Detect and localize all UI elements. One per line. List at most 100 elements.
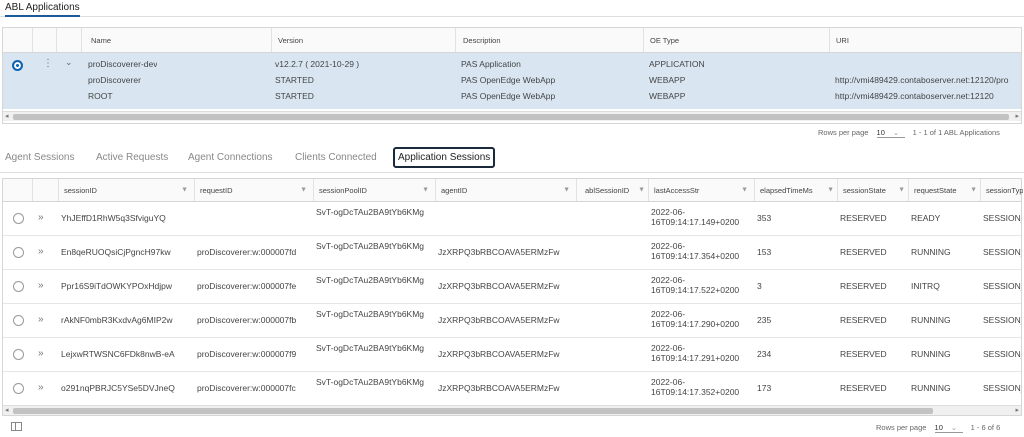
session-state-cell: RESERVED — [840, 383, 887, 393]
scroll-left-icon[interactable]: ◂ — [5, 112, 9, 120]
app-description: PAS Application — [461, 59, 521, 69]
sessions-grid-horizontal-scrollbar[interactable]: ◂ ▸ — [3, 405, 1021, 415]
scroll-right-icon[interactable]: ▸ — [1015, 406, 1019, 414]
filter-icon[interactable]: ▼ — [898, 187, 905, 194]
filter-icon[interactable]: ▼ — [563, 187, 570, 194]
request-state-cell: RUNNING — [911, 247, 951, 257]
tab-clients-connected[interactable]: Clients Connected — [295, 152, 377, 163]
table-row[interactable]: » LejxwRTWSNC6FDk8nwB-eA proDiscoverer:w:0… — [3, 338, 1021, 372]
rows-per-page-select[interactable]: 10 ⌄ — [876, 128, 905, 138]
table-row[interactable]: » o291nqPBRJC5YSe5DVJneQ proDiscoverer:w:0… — [3, 372, 1021, 406]
table-row[interactable]: » Ppr16S9iTdOWKYPOxHdjpw proDiscoverer:w:0… — [3, 270, 1021, 304]
col-header-session-type[interactable]: sessionTyp — [980, 179, 1023, 201]
col-header-description[interactable]: Description — [455, 28, 643, 52]
col-header-agent-id[interactable]: agentID ▼ — [435, 179, 576, 201]
col-header-uri[interactable]: URI — [829, 28, 1023, 52]
filter-icon[interactable]: ▼ — [300, 187, 307, 194]
col-header-version[interactable]: Version — [271, 28, 455, 52]
session-type-cell: SESSION_ — [983, 315, 1021, 325]
top-nav: ABL Applications — [0, 0, 1024, 17]
application-sessions-grid: sessionID ▼ requestID ▼ sessionPoolID ▼ age… — [2, 178, 1023, 416]
expand-icon[interactable]: » — [38, 314, 44, 325]
tab-abl-applications[interactable]: ABL Applications — [5, 2, 80, 17]
chevron-down-icon[interactable]: ⌄ — [65, 57, 73, 68]
col-header-session-id[interactable]: sessionID ▼ — [58, 179, 194, 201]
tab-agent-sessions[interactable]: Agent Sessions — [5, 152, 75, 163]
filter-icon[interactable]: ▼ — [638, 187, 645, 194]
radio-icon[interactable] — [13, 247, 24, 258]
request-state-cell: INITRQ — [911, 281, 940, 291]
session-pool-id-cell: SvT-ogDcTAu2BA9tYb6KMg — [316, 377, 425, 387]
col-header-oe-type[interactable]: OE Type — [643, 28, 829, 52]
scrollbar-thumb[interactable] — [13, 408, 933, 414]
filter-icon[interactable]: ▼ — [827, 187, 834, 194]
radio-icon[interactable] — [13, 281, 24, 292]
expand-icon[interactable]: » — [38, 280, 44, 291]
col-header-last-access[interactable]: lastAccessStr ▼ — [648, 179, 754, 201]
table-row[interactable]: » En8qeRUOQsiCjPgncH97kw proDiscoverer:w:0… — [3, 236, 1021, 270]
session-pool-id-cell: SvT-ogDcTAu2BA9tYb6KMg — [316, 343, 425, 353]
tab-application-sessions[interactable]: Application Sessions — [393, 147, 496, 168]
filter-icon[interactable]: ▼ — [422, 187, 429, 194]
webapp-oe-type: WEBAPP — [649, 91, 686, 101]
table-row[interactable]: » YhJEffD1RhW5q3SfviguYQ SvT-ogDcTAu2BA9tY… — [3, 202, 1021, 236]
tab-agent-connections[interactable]: Agent Connections — [188, 152, 273, 163]
pager-range: 1 - 6 of 6 — [970, 423, 1001, 432]
expand-icon[interactable]: » — [38, 246, 44, 257]
session-type-cell: SESSION_ — [983, 213, 1021, 223]
radio-icon[interactable] — [13, 315, 24, 326]
webapp-uri[interactable]: http://vmi489429.contaboserver.net:12120… — [835, 75, 1023, 85]
filter-icon[interactable]: ▼ — [181, 187, 188, 194]
last-access-cell: 2022-06-16T09:14:17.291+0200 — [651, 343, 740, 363]
col-header-label: requestState — [914, 185, 957, 195]
elapsed-time-cell: 234 — [757, 349, 772, 359]
radio-icon[interactable] — [13, 349, 24, 360]
app-oe-type: APPLICATION — [649, 59, 705, 69]
col-header-abl-session-id[interactable]: ablSessionID ▼ — [576, 179, 648, 201]
session-state-cell: RESERVED — [840, 213, 887, 223]
filter-icon[interactable]: ▼ — [970, 187, 977, 194]
expand-icon[interactable]: » — [38, 212, 44, 223]
filter-icon[interactable]: ▼ — [741, 187, 748, 194]
col-header-request-state[interactable]: requestState ▼ — [908, 179, 980, 201]
app-grid-pager: Rows per page 10 ⌄ 1 - 1 of 1 ABL Applica… — [818, 128, 1000, 138]
scroll-right-icon[interactable]: ▸ — [1015, 112, 1019, 120]
webapp-oe-type: WEBAPP — [649, 75, 686, 85]
request-state-cell: RUNNING — [911, 315, 951, 325]
radio-icon[interactable] — [12, 60, 23, 71]
session-pool-id-cell: SvT-ogDcTAu2BA9tYb6KMg — [316, 309, 425, 319]
tab-active-requests[interactable]: Active Requests — [96, 152, 168, 163]
expand-column-header — [32, 179, 58, 201]
sessions-grid-pager: Rows per page 10 ⌄ 1 - 6 of 6 — [876, 423, 1000, 433]
rows-per-page-value: 10 — [934, 423, 943, 432]
app-row-selected[interactable]: ⋮ ⌄ proDiscoverer-dev v12.2.7 ( 2021-10-… — [3, 53, 1021, 109]
request-id-cell: proDiscoverer:w:000007f9 — [197, 349, 297, 359]
col-header-request-id[interactable]: requestID ▼ — [194, 179, 313, 201]
request-state-cell: RUNNING — [911, 349, 951, 359]
session-pool-id-cell: SvT-ogDcTAu2BA9tYb6KMg — [316, 207, 425, 217]
rows-per-page-value: 10 — [876, 128, 885, 137]
col-header-label: ablSessionID — [585, 185, 630, 195]
scroll-left-icon[interactable]: ◂ — [5, 406, 9, 414]
col-header-session-pool-id[interactable]: sessionPoolID ▼ — [313, 179, 435, 201]
rows-per-page-select[interactable]: 10 ⌄ — [934, 423, 963, 433]
column-toggle-icon[interactable] — [11, 422, 22, 431]
session-type-cell: SESSION_ — [983, 247, 1021, 257]
app-name: proDiscoverer-dev — [88, 59, 158, 69]
expand-icon[interactable]: » — [38, 382, 44, 393]
pager-range: 1 - 1 of 1 ABL Applications — [912, 128, 1000, 137]
expand-icon[interactable]: » — [38, 348, 44, 359]
request-id-cell: proDiscoverer:w:000007fd — [197, 247, 297, 257]
col-header-name[interactable]: Name — [81, 28, 271, 52]
col-header-elapsed-time[interactable]: elapsedTimeMs ▼ — [754, 179, 837, 201]
webapp-uri[interactable]: http://vmi489429.contaboserver.net:12120 — [835, 91, 1023, 101]
elapsed-time-cell: 235 — [757, 315, 772, 325]
radio-icon[interactable] — [13, 213, 24, 224]
session-state-cell: RESERVED — [840, 349, 887, 359]
col-header-session-state[interactable]: sessionState ▼ — [837, 179, 908, 201]
radio-icon[interactable] — [13, 383, 24, 394]
app-grid-horizontal-scrollbar[interactable]: ◂ ▸ — [3, 111, 1021, 121]
table-row[interactable]: » rAkNF0mbR3KxdvAg6MIP2w proDiscoverer:w:0… — [3, 304, 1021, 338]
scrollbar-thumb[interactable] — [13, 114, 1009, 120]
kebab-icon[interactable]: ⋮ — [43, 58, 53, 69]
